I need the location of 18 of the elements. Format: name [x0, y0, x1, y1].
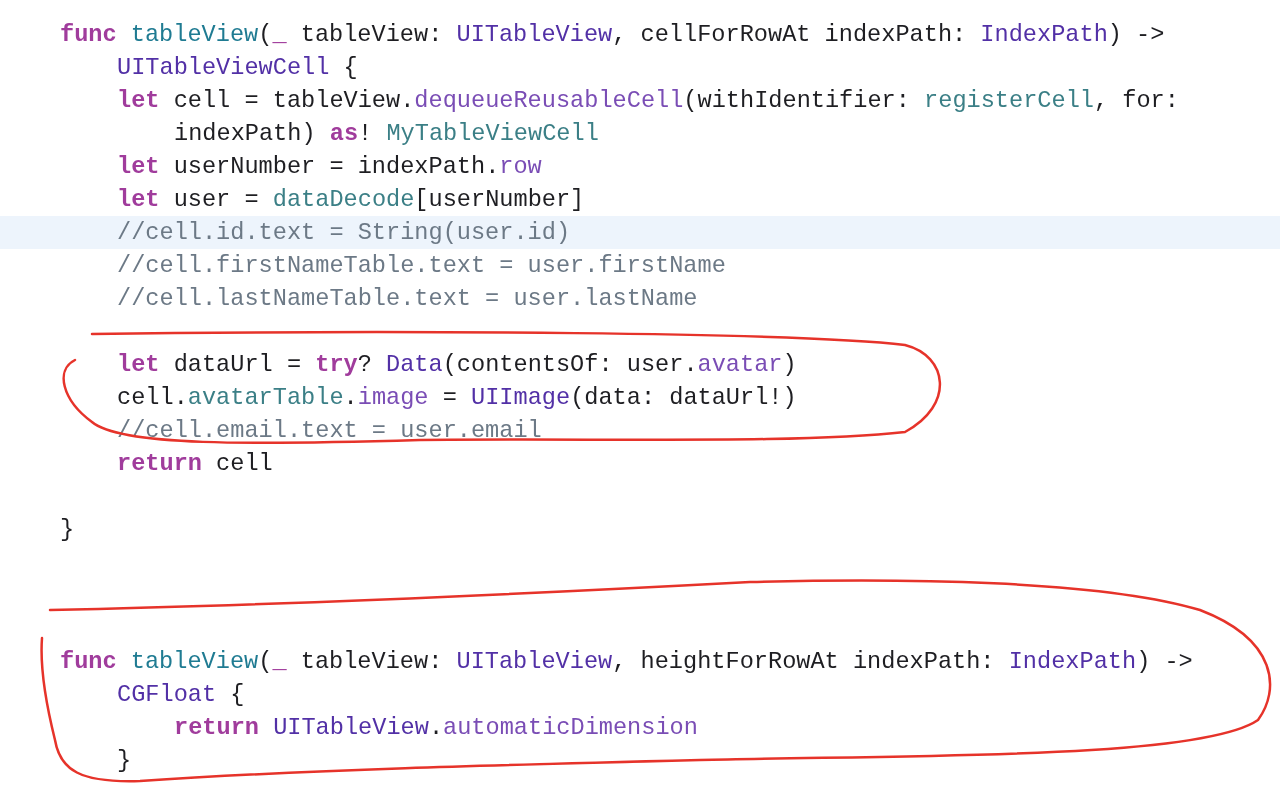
code-line: } — [117, 746, 132, 776]
code-line: let user = dataDecode[userNumber] — [117, 185, 585, 215]
code-line: return cell — [117, 449, 273, 479]
code-line: CGFloat { — [117, 680, 245, 710]
code-line: let dataUrl = try? Data(contentsOf: user.avatar) — [117, 350, 797, 380]
code-line: return UITableView.automaticDimension — [174, 713, 698, 743]
code-line: func tableView(_ tableView: UITableView, cellForRowAt indexPath: IndexPath) -> — [60, 20, 1165, 50]
code-line: indexPath) as! MyTableViewCell — [174, 119, 599, 149]
code-line: cell.avatarTable.image = UIImage(data: dataUrl!) — [117, 383, 797, 413]
code-line: UITableViewCell { — [117, 53, 358, 83]
code-line: let userNumber = indexPath.row — [117, 152, 542, 182]
code-line: //cell.firstNameTable.text = user.firstName — [117, 251, 726, 281]
code-line: //cell.lastNameTable.text = user.lastName — [117, 284, 698, 314]
code-line: //cell.id.text = String(user.id) — [117, 218, 571, 248]
code-line: } — [60, 515, 75, 545]
code-line: //cell.email.text = user.email — [117, 416, 542, 446]
code-line: let cell = tableView.dequeueReusableCell(withIdentifier: registerCell, for: — [117, 86, 1179, 116]
code-line: func tableView(_ tableView: UITableView, heightForRowAt indexPath: IndexPath) -> — [60, 647, 1193, 677]
